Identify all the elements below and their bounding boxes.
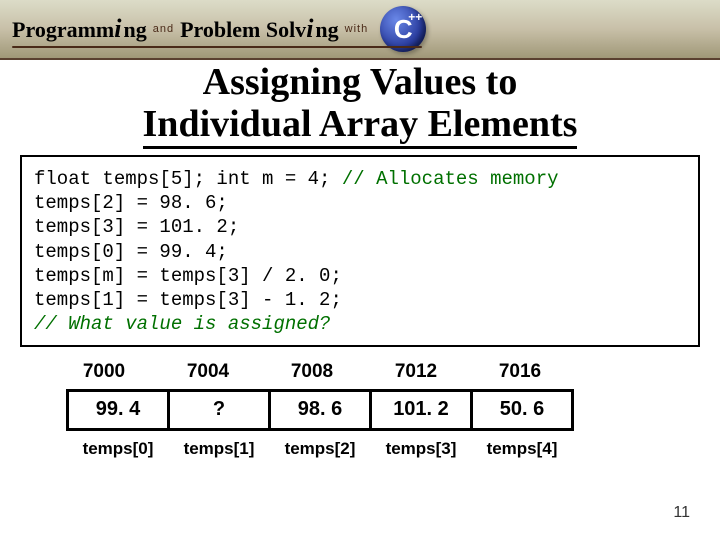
value-cell: 98. 6 [268,389,372,431]
code-comment: // What value is assigned? [34,313,330,335]
book-header: Programming and Problem Solving with C +… [0,0,720,60]
address-cell: 7000 [52,361,156,383]
label-cell: temps[4] [470,439,574,459]
address-cell: 7008 [260,361,364,383]
slide-title: Assigning Values to Individual Array Ele… [0,62,720,149]
header-with: with [345,23,369,35]
title-line2: Individual Array Elements [143,104,578,149]
code-line: temps[3] = 101. 2; [34,216,239,238]
code-line: temps[1] = temps[3] - 1. 2; [34,289,342,311]
code-line: temps[2] = 98. 6; [34,192,228,214]
value-row: 99. 4 ? 98. 6 101. 2 50. 6 [66,389,690,431]
value-cell: 99. 4 [66,389,170,431]
code-line: temps[m] = temps[3] / 2. 0; [34,265,342,287]
array-diagram: 7000 7004 7008 7012 7016 99. 4 ? 98. 6 1… [52,361,690,459]
address-cell: 7012 [364,361,468,383]
label-cell: temps[2] [268,439,372,459]
slide-number: 11 [673,504,690,522]
label-cell: temps[1] [167,439,271,459]
header-and: and [153,23,174,35]
header-word-programming: Programming [12,14,147,44]
header-word-problemsolving: Problem Solving [180,14,339,44]
label-row: temps[0] temps[1] temps[2] temps[3] temp… [66,439,690,459]
address-cell: 7004 [156,361,260,383]
label-cell: temps[3] [369,439,473,459]
value-cell: 50. 6 [470,389,574,431]
value-cell: ? [167,389,271,431]
address-row: 7000 7004 7008 7012 7016 [52,361,690,383]
code-line: temps[0] = 99. 4; [34,241,228,263]
code-block: float temps[5]; int m = 4; // Allocates … [20,155,700,347]
label-cell: temps[0] [66,439,170,459]
address-cell: 7016 [468,361,572,383]
code-comment: // Allocates memory [342,168,559,190]
value-cell: 101. 2 [369,389,473,431]
title-line1: Assigning Values to [40,62,680,104]
header-underline [12,46,422,48]
code-line: float temps[5]; int m = 4; [34,168,342,190]
